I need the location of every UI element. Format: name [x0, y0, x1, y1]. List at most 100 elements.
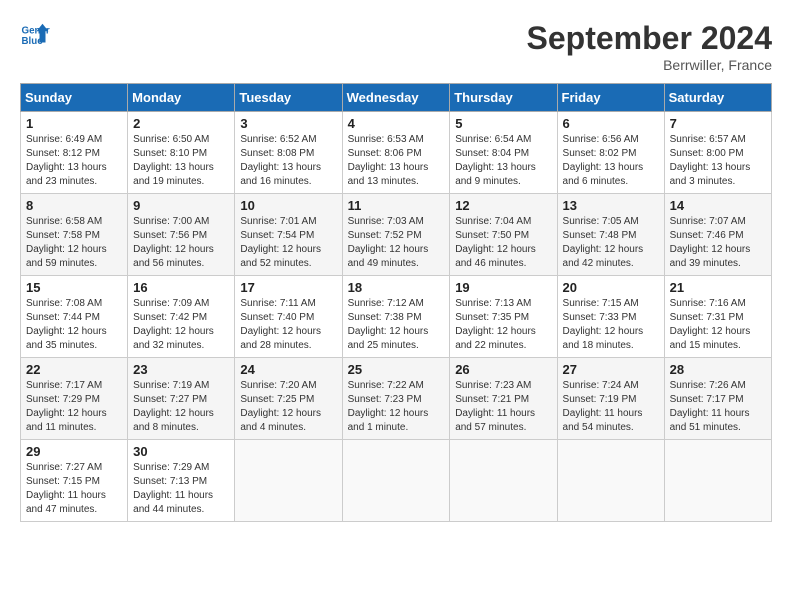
- day-number: 29: [26, 444, 122, 459]
- header-sunday: Sunday: [21, 84, 128, 112]
- calendar-cell: 6 Sunrise: 6:56 AM Sunset: 8:02 PM Daylig…: [557, 112, 664, 194]
- calendar-cell: 3 Sunrise: 6:52 AM Sunset: 8:08 PM Daylig…: [235, 112, 342, 194]
- calendar-cell: 27 Sunrise: 7:24 AM Sunset: 7:19 PM Dayli…: [557, 358, 664, 440]
- calendar-week-3: 15Sunrise: 7:08 AM Sunset: 7:44 PM Dayli…: [21, 276, 772, 358]
- header-friday: Friday: [557, 84, 664, 112]
- day-info: Sunrise: 6:49 AM Sunset: 8:12 PM Dayligh…: [26, 133, 122, 189]
- day-info: Sunrise: 7:03 AM Sunset: 7:52 PM Dayligh…: [348, 215, 445, 271]
- calendar-cell: [450, 440, 557, 522]
- day-info: Sunrise: 7:07 AM Sunset: 7:46 PM Dayligh…: [670, 215, 766, 271]
- day-number: 7: [670, 116, 766, 131]
- day-number: 26: [455, 362, 551, 377]
- day-number: 24: [240, 362, 336, 377]
- calendar-cell: 24 Sunrise: 7:20 AM Sunset: 7:25 PM Dayli…: [235, 358, 342, 440]
- calendar-cell: 15Sunrise: 7:08 AM Sunset: 7:44 PM Dayli…: [21, 276, 128, 358]
- calendar-cell: 14Sunrise: 7:07 AM Sunset: 7:46 PM Dayli…: [664, 194, 771, 276]
- calendar-cell: [664, 440, 771, 522]
- day-info: Sunrise: 7:01 AM Sunset: 7:54 PM Dayligh…: [240, 215, 336, 271]
- day-number: 6: [563, 116, 659, 131]
- day-number: 28: [670, 362, 766, 377]
- calendar-cell: 10 Sunrise: 7:01 AM Sunset: 7:54 PM Dayli…: [235, 194, 342, 276]
- day-info: Sunrise: 7:11 AM Sunset: 7:40 PM Dayligh…: [240, 297, 336, 353]
- day-info: Sunrise: 7:16 AM Sunset: 7:31 PM Dayligh…: [670, 297, 766, 353]
- day-number: 23: [133, 362, 229, 377]
- calendar-week-1: 1 Sunrise: 6:49 AM Sunset: 8:12 PM Daylig…: [21, 112, 772, 194]
- calendar-cell: 29 Sunrise: 7:27 AM Sunset: 7:15 PM Dayli…: [21, 440, 128, 522]
- day-info: Sunrise: 7:15 AM Sunset: 7:33 PM Dayligh…: [563, 297, 659, 353]
- day-number: 5: [455, 116, 551, 131]
- calendar-cell: 26Sunrise: 7:23 AM Sunset: 7:21 PM Dayli…: [450, 358, 557, 440]
- day-info: Sunrise: 6:56 AM Sunset: 8:02 PM Dayligh…: [563, 133, 659, 189]
- day-number: 2: [133, 116, 229, 131]
- day-info: Sunrise: 7:05 AM Sunset: 7:48 PM Dayligh…: [563, 215, 659, 271]
- day-number: 16: [133, 280, 229, 295]
- calendar-week-4: 22 Sunrise: 7:17 AM Sunset: 7:29 PM Dayli…: [21, 358, 772, 440]
- day-number: 20: [563, 280, 659, 295]
- day-number: 10: [240, 198, 336, 213]
- calendar-cell: 2 Sunrise: 6:50 AM Sunset: 8:10 PM Daylig…: [128, 112, 235, 194]
- calendar-cell: 5 Sunrise: 6:54 AM Sunset: 8:04 PM Daylig…: [450, 112, 557, 194]
- day-info: Sunrise: 6:50 AM Sunset: 8:10 PM Dayligh…: [133, 133, 229, 189]
- day-number: 30: [133, 444, 229, 459]
- calendar-cell: 8 Sunrise: 6:58 AM Sunset: 7:58 PM Daylig…: [21, 194, 128, 276]
- day-info: Sunrise: 7:26 AM Sunset: 7:17 PM Dayligh…: [670, 379, 766, 435]
- day-info: Sunrise: 7:00 AM Sunset: 7:56 PM Dayligh…: [133, 215, 229, 271]
- calendar-cell: 1 Sunrise: 6:49 AM Sunset: 8:12 PM Daylig…: [21, 112, 128, 194]
- header-thursday: Thursday: [450, 84, 557, 112]
- day-info: Sunrise: 6:54 AM Sunset: 8:04 PM Dayligh…: [455, 133, 551, 189]
- day-info: Sunrise: 7:24 AM Sunset: 7:19 PM Dayligh…: [563, 379, 659, 435]
- logo: General Blue: [20, 20, 50, 50]
- day-number: 25: [348, 362, 445, 377]
- day-info: Sunrise: 7:20 AM Sunset: 7:25 PM Dayligh…: [240, 379, 336, 435]
- day-info: Sunrise: 7:17 AM Sunset: 7:29 PM Dayligh…: [26, 379, 122, 435]
- day-number: 27: [563, 362, 659, 377]
- day-number: 18: [348, 280, 445, 295]
- day-info: Sunrise: 6:57 AM Sunset: 8:00 PM Dayligh…: [670, 133, 766, 189]
- calendar-cell: 4Sunrise: 6:53 AM Sunset: 8:06 PM Daylig…: [342, 112, 450, 194]
- day-number: 15: [26, 280, 122, 295]
- day-info: Sunrise: 7:29 AM Sunset: 7:13 PM Dayligh…: [133, 461, 229, 517]
- day-info: Sunrise: 6:52 AM Sunset: 8:08 PM Dayligh…: [240, 133, 336, 189]
- day-number: 17: [240, 280, 336, 295]
- calendar-cell: [342, 440, 450, 522]
- header-wednesday: Wednesday: [342, 84, 450, 112]
- calendar-cell: 23 Sunrise: 7:19 AM Sunset: 7:27 PM Dayli…: [128, 358, 235, 440]
- day-info: Sunrise: 7:19 AM Sunset: 7:27 PM Dayligh…: [133, 379, 229, 435]
- day-number: 21: [670, 280, 766, 295]
- calendar-cell: 7 Sunrise: 6:57 AM Sunset: 8:00 PM Daylig…: [664, 112, 771, 194]
- day-info: Sunrise: 7:13 AM Sunset: 7:35 PM Dayligh…: [455, 297, 551, 353]
- day-number: 11: [348, 198, 445, 213]
- day-number: 1: [26, 116, 122, 131]
- calendar-week-5: 29 Sunrise: 7:27 AM Sunset: 7:15 PM Dayli…: [21, 440, 772, 522]
- day-info: Sunrise: 6:53 AM Sunset: 8:06 PM Dayligh…: [348, 133, 445, 189]
- day-number: 13: [563, 198, 659, 213]
- day-number: 3: [240, 116, 336, 131]
- calendar-cell: 28 Sunrise: 7:26 AM Sunset: 7:17 PM Dayli…: [664, 358, 771, 440]
- calendar-cell: 21 Sunrise: 7:16 AM Sunset: 7:31 PM Dayli…: [664, 276, 771, 358]
- header-tuesday: Tuesday: [235, 84, 342, 112]
- day-number: 22: [26, 362, 122, 377]
- day-info: Sunrise: 7:09 AM Sunset: 7:42 PM Dayligh…: [133, 297, 229, 353]
- day-info: Sunrise: 7:22 AM Sunset: 7:23 PM Dayligh…: [348, 379, 445, 435]
- day-number: 9: [133, 198, 229, 213]
- location-title: Berrwiller, France: [527, 57, 772, 73]
- calendar-cell: [557, 440, 664, 522]
- day-info: Sunrise: 7:12 AM Sunset: 7:38 PM Dayligh…: [348, 297, 445, 353]
- month-title: September 2024: [527, 20, 772, 57]
- title-section: September 2024 Berrwiller, France: [527, 20, 772, 73]
- day-number: 8: [26, 198, 122, 213]
- calendar-table: SundayMondayTuesdayWednesdayThursdayFrid…: [20, 83, 772, 522]
- calendar-header-row: SundayMondayTuesdayWednesdayThursdayFrid…: [21, 84, 772, 112]
- calendar-cell: 13 Sunrise: 7:05 AM Sunset: 7:48 PM Dayli…: [557, 194, 664, 276]
- calendar-cell: 17 Sunrise: 7:11 AM Sunset: 7:40 PM Dayli…: [235, 276, 342, 358]
- day-number: 12: [455, 198, 551, 213]
- calendar-cell: 25 Sunrise: 7:22 AM Sunset: 7:23 PM Dayli…: [342, 358, 450, 440]
- day-info: Sunrise: 7:04 AM Sunset: 7:50 PM Dayligh…: [455, 215, 551, 271]
- header-saturday: Saturday: [664, 84, 771, 112]
- calendar-cell: 18 Sunrise: 7:12 AM Sunset: 7:38 PM Dayli…: [342, 276, 450, 358]
- logo-icon: General Blue: [20, 20, 50, 50]
- calendar-week-2: 8 Sunrise: 6:58 AM Sunset: 7:58 PM Daylig…: [21, 194, 772, 276]
- day-info: Sunrise: 6:58 AM Sunset: 7:58 PM Dayligh…: [26, 215, 122, 271]
- day-info: Sunrise: 7:27 AM Sunset: 7:15 PM Dayligh…: [26, 461, 122, 517]
- calendar-cell: [235, 440, 342, 522]
